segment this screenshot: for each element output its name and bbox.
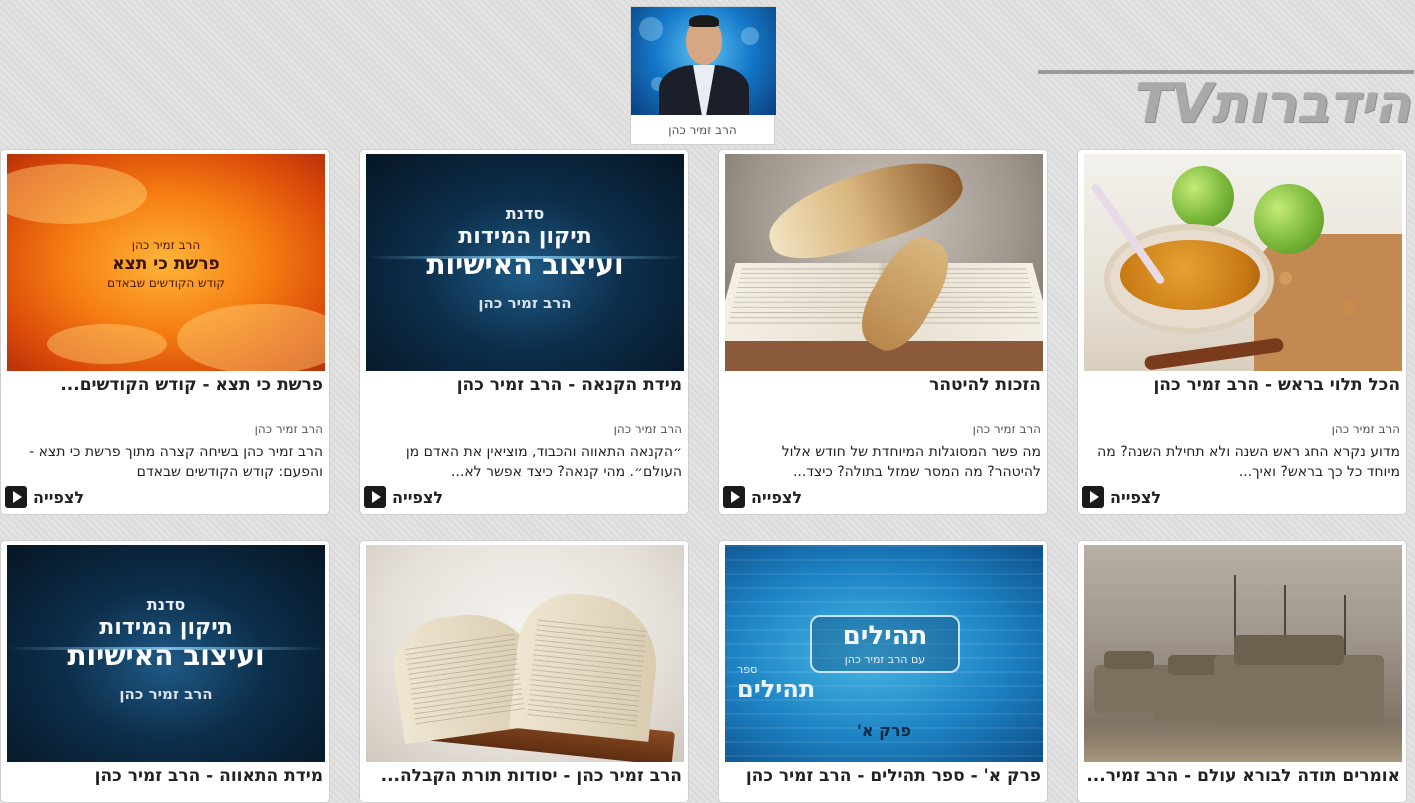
thumbnail-text: פרק א' — [856, 721, 912, 740]
video-description: מה פשר המסוגלות המיוחדת של חודש אלול להי… — [781, 444, 1041, 480]
play-icon — [1082, 486, 1104, 508]
author-photo — [631, 7, 776, 115]
author-card[interactable]: הרב זמיר כהן — [630, 6, 776, 145]
thumbnail-text: ועיצוב האישיות — [426, 248, 624, 281]
video-author: הרב זמיר כהן — [613, 422, 682, 436]
video-description: ״הקנאה התאווה והכבוד, מוציאין את האדם מן… — [405, 444, 682, 480]
video-card[interactable]: סדנת תיקון המידות ועיצוב האישיות הרב זמי… — [359, 149, 689, 515]
video-title[interactable]: הזכות להיטהר — [725, 375, 1041, 401]
play-icon — [5, 486, 27, 508]
video-title[interactable]: פרק א' - ספר תהילים - הרב זמיר כהן — [725, 766, 1041, 792]
watch-label: לצפייה — [33, 487, 85, 507]
video-card[interactable]: אומרים תודה לבורא עולם - הרב זמיר... — [1077, 540, 1407, 803]
video-author: הרב זמיר כהן — [972, 422, 1041, 436]
video-card[interactable]: הרב זמיר כהן - יסודות תורת הקבלה... — [359, 540, 689, 803]
watch-button[interactable]: לצפייה — [723, 486, 802, 508]
video-thumbnail[interactable] — [366, 545, 684, 762]
video-card[interactable]: הרב זמיר כהן פרשת כי תצא קודש הקודשים שב… — [0, 149, 330, 515]
thumbnail-text: תיקון המידות — [99, 615, 233, 640]
video-title[interactable]: מידת הקנאה - הרב זמיר כהן — [366, 375, 682, 401]
watch-label: לצפייה — [1110, 487, 1162, 507]
thumbnail-text: הרב זמיר כהן — [478, 294, 572, 312]
thumbnail-text: תיקון המידות — [458, 224, 592, 249]
video-thumbnail[interactable]: תהילים עם הרב זמיר כהן ספר תהילים פרק א' — [725, 545, 1043, 762]
video-thumbnail[interactable] — [1084, 154, 1402, 371]
video-title[interactable]: אומרים תודה לבורא עולם - הרב זמיר... — [1084, 766, 1400, 792]
author-name: הרב זמיר כהן — [668, 123, 737, 137]
video-card[interactable]: תהילים עם הרב זמיר כהן ספר תהילים פרק א'… — [718, 540, 1048, 803]
video-author: הרב זמיר כהן — [1331, 422, 1400, 436]
play-icon — [723, 486, 745, 508]
video-thumbnail[interactable] — [1084, 545, 1402, 762]
video-thumbnail[interactable] — [725, 154, 1043, 371]
thumbnail-text: תהילים — [842, 621, 928, 651]
video-card[interactable]: סדנת תיקון המידות ועיצוב האישיות הרב זמי… — [0, 540, 330, 803]
video-description: מדוע נקרא החג ראש השנה ולא תחילת השנה? מ… — [1097, 444, 1400, 480]
site-logo[interactable]: הידברותTV — [1038, 70, 1414, 135]
watch-button[interactable]: לצפייה — [1082, 486, 1161, 508]
thumbnail-text: הרב זמיר כהן — [131, 238, 201, 252]
watch-button[interactable]: לצפייה — [5, 486, 84, 508]
thumbnail-text: הרב זמיר כהן — [119, 685, 213, 703]
video-card[interactable]: הזכות להיטהר הרב זמיר כהן מה פשר המסוגלו… — [718, 149, 1048, 515]
video-thumbnail[interactable]: סדנת תיקון המידות ועיצוב האישיות הרב זמי… — [366, 154, 684, 371]
video-title[interactable]: מידת התאווה - הרב זמיר כהן — [7, 766, 323, 792]
logo-divider — [1038, 70, 1414, 74]
thumbnail-text: סדנת — [146, 595, 186, 614]
video-author: הרב זמיר כהן — [254, 422, 323, 436]
video-thumbnail[interactable]: סדנת תיקון המידות ועיצוב האישיות הרב זמי… — [7, 545, 325, 762]
watch-button[interactable]: לצפייה — [364, 486, 443, 508]
video-description: הרב זמיר כהן בשיחה קצרה מתוך פרשת כי תצא… — [29, 444, 323, 480]
thumbnail-text: עם הרב זמיר כהן — [844, 653, 926, 666]
video-card[interactable]: הכל תלוי בראש - הרב זמיר כהן הרב זמיר כה… — [1077, 149, 1407, 515]
thumbnail-text: פרשת כי תצא — [112, 254, 220, 274]
thumbnail-text: קודש הקודשים שבאדם — [107, 276, 225, 290]
thumbnail-text: ועיצוב האישיות — [67, 639, 265, 672]
video-thumbnail[interactable]: הרב זמיר כהן פרשת כי תצא קודש הקודשים שב… — [7, 154, 325, 371]
thumbnail-text: תהילים — [737, 675, 816, 703]
watch-label: לצפייה — [751, 487, 803, 507]
video-title[interactable]: הכל תלוי בראש - הרב זמיר כהן — [1084, 375, 1400, 401]
logo-text: הידברותTV — [1134, 71, 1411, 135]
play-icon — [364, 486, 386, 508]
watch-label: לצפייה — [392, 487, 444, 507]
thumbnail-text: סדנת — [505, 204, 545, 223]
video-title[interactable]: הרב זמיר כהן - יסודות תורת הקבלה... — [366, 766, 682, 792]
video-title[interactable]: פרשת כי תצא - קודש הקודשים... — [7, 375, 323, 401]
